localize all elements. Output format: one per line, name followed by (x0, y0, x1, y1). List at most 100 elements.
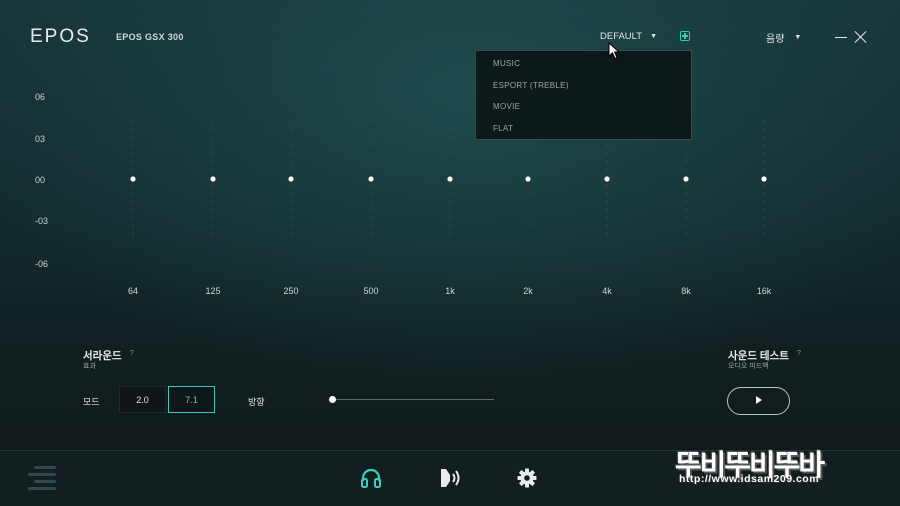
help-icon[interactable]: ? (130, 350, 134, 357)
eq-grid-dot (527, 193, 529, 195)
eq-band-label: 1k (445, 286, 455, 296)
eq-grid-dot (290, 153, 292, 155)
eq-band-handle[interactable] (210, 176, 216, 182)
play-button[interactable] (727, 387, 790, 415)
eq-grid-dot (527, 225, 529, 227)
preset-dropdown: MUSIC ESPORT (TREBLE) MOVIE FLAT (475, 50, 692, 140)
eq-grid-dot (132, 153, 134, 155)
eq-grid-dot (606, 201, 608, 203)
eq-grid-dot (763, 225, 765, 227)
eq-grid-dot (763, 161, 765, 163)
eq-grid-dot (763, 201, 765, 203)
eq-grid-dot (606, 217, 608, 219)
sound-test-subtitle: 오디오 피드백 (728, 363, 769, 370)
eq-band-label: 500 (363, 286, 379, 296)
preset-option-movie[interactable]: MOVIE (493, 102, 520, 111)
eq-grid-dot (763, 153, 765, 155)
eq-grid-dot (763, 209, 765, 211)
direction-slider-track[interactable] (333, 399, 494, 400)
eq-grid-dot (449, 129, 451, 131)
eq-grid-dot (132, 217, 134, 219)
eq-grid-dot (527, 233, 529, 235)
gear-icon[interactable] (517, 468, 537, 488)
eq-grid-dot (370, 169, 372, 171)
eq-grid-dot (685, 153, 687, 155)
eq-grid-dot (606, 161, 608, 163)
preset-option-music[interactable]: MUSIC (493, 59, 520, 68)
eq-grid-dot (685, 209, 687, 211)
direction-slider-thumb[interactable] (329, 396, 336, 403)
eq-grid-dot (606, 185, 608, 187)
eq-grid-dot (449, 217, 451, 219)
mode-7-1-button[interactable]: 7.1 (168, 386, 215, 413)
eq-grid-dot (606, 169, 608, 171)
eq-grid-dot (449, 145, 451, 147)
eq-grid-dot (527, 153, 529, 155)
eq-grid-dot (212, 193, 214, 195)
eq-grid-dot (370, 201, 372, 203)
eq-grid-dot (290, 129, 292, 131)
preset-option-esport[interactable]: ESPORT (TREBLE) (493, 81, 569, 90)
eq-grid-dot (685, 161, 687, 163)
mode-label: 모드 (83, 397, 100, 407)
eq-grid-dot (527, 161, 529, 163)
eq-grid-dot (132, 185, 134, 187)
eq-band-handle[interactable] (683, 176, 689, 182)
eq-grid-dot (370, 233, 372, 235)
eq-grid-dot (763, 217, 765, 219)
play-icon (756, 396, 762, 404)
eq-grid-dot (763, 121, 765, 123)
eq-band-handle[interactable] (130, 176, 136, 182)
preset-option-flat[interactable]: FLAT (493, 124, 513, 133)
menu-icon[interactable] (28, 465, 58, 493)
eq-band-label: 16k (756, 286, 772, 296)
eq-band-handle[interactable] (288, 176, 294, 182)
speaker-icon[interactable] (439, 467, 463, 489)
eq-band-handle[interactable] (368, 176, 374, 182)
eq-grid-dot (132, 233, 134, 235)
eq-grid-dot (212, 145, 214, 147)
eq-band-handle[interactable] (604, 176, 610, 182)
eq-band-label: 64 (127, 286, 138, 296)
eq-grid-dot (763, 185, 765, 187)
eq-band-handle[interactable] (447, 176, 453, 182)
eq-grid-dot (685, 201, 687, 203)
eq-grid-dot (606, 145, 608, 147)
eq-grid-dot (449, 185, 451, 187)
eq-grid-dot (449, 153, 451, 155)
eq-grid-dot (449, 161, 451, 163)
eq-grid-dot (685, 185, 687, 187)
eq-grid-dot (685, 169, 687, 171)
eq-grid-dot (370, 145, 372, 147)
eq-grid-dot (290, 137, 292, 139)
eq-grid-dot (449, 169, 451, 171)
watermark: 뚜비뚜비뚜바 http://www.idsam209.com (675, 442, 883, 492)
eq-grid-dot (527, 185, 529, 187)
eq-grid-dot (606, 153, 608, 155)
eq-band-label: 8k (681, 286, 691, 296)
eq-grid-dot (290, 201, 292, 203)
eq-grid-dot (290, 185, 292, 187)
eq-grid-dot (132, 201, 134, 203)
eq-grid-dot (212, 121, 214, 123)
eq-band-handle[interactable] (525, 176, 531, 182)
eq-grid-dot (370, 217, 372, 219)
eq-grid-dot (132, 193, 134, 195)
eq-grid-dot (763, 233, 765, 235)
eq-grid-dot (449, 193, 451, 195)
help-icon[interactable]: ? (797, 350, 801, 357)
eq-grid-dot (212, 225, 214, 227)
headphones-icon[interactable] (360, 468, 382, 488)
eq-grid-dot (212, 233, 214, 235)
eq-grid-dot (132, 209, 134, 211)
eq-band-handle[interactable] (761, 176, 767, 182)
eq-grid-dot (685, 225, 687, 227)
eq-grid-dot (606, 225, 608, 227)
eq-grid-dot (290, 121, 292, 123)
eq-grid-dot (370, 193, 372, 195)
eq-grid-dot (212, 161, 214, 163)
eq-grid-dot (212, 185, 214, 187)
app-window: EPOS EPOS GSX 300 DEFAULT ▼ 음량 ▼ 06 03 0… (0, 0, 900, 506)
mode-2-0-button[interactable]: 2.0 (119, 386, 166, 413)
eq-grid-dot (763, 137, 765, 139)
